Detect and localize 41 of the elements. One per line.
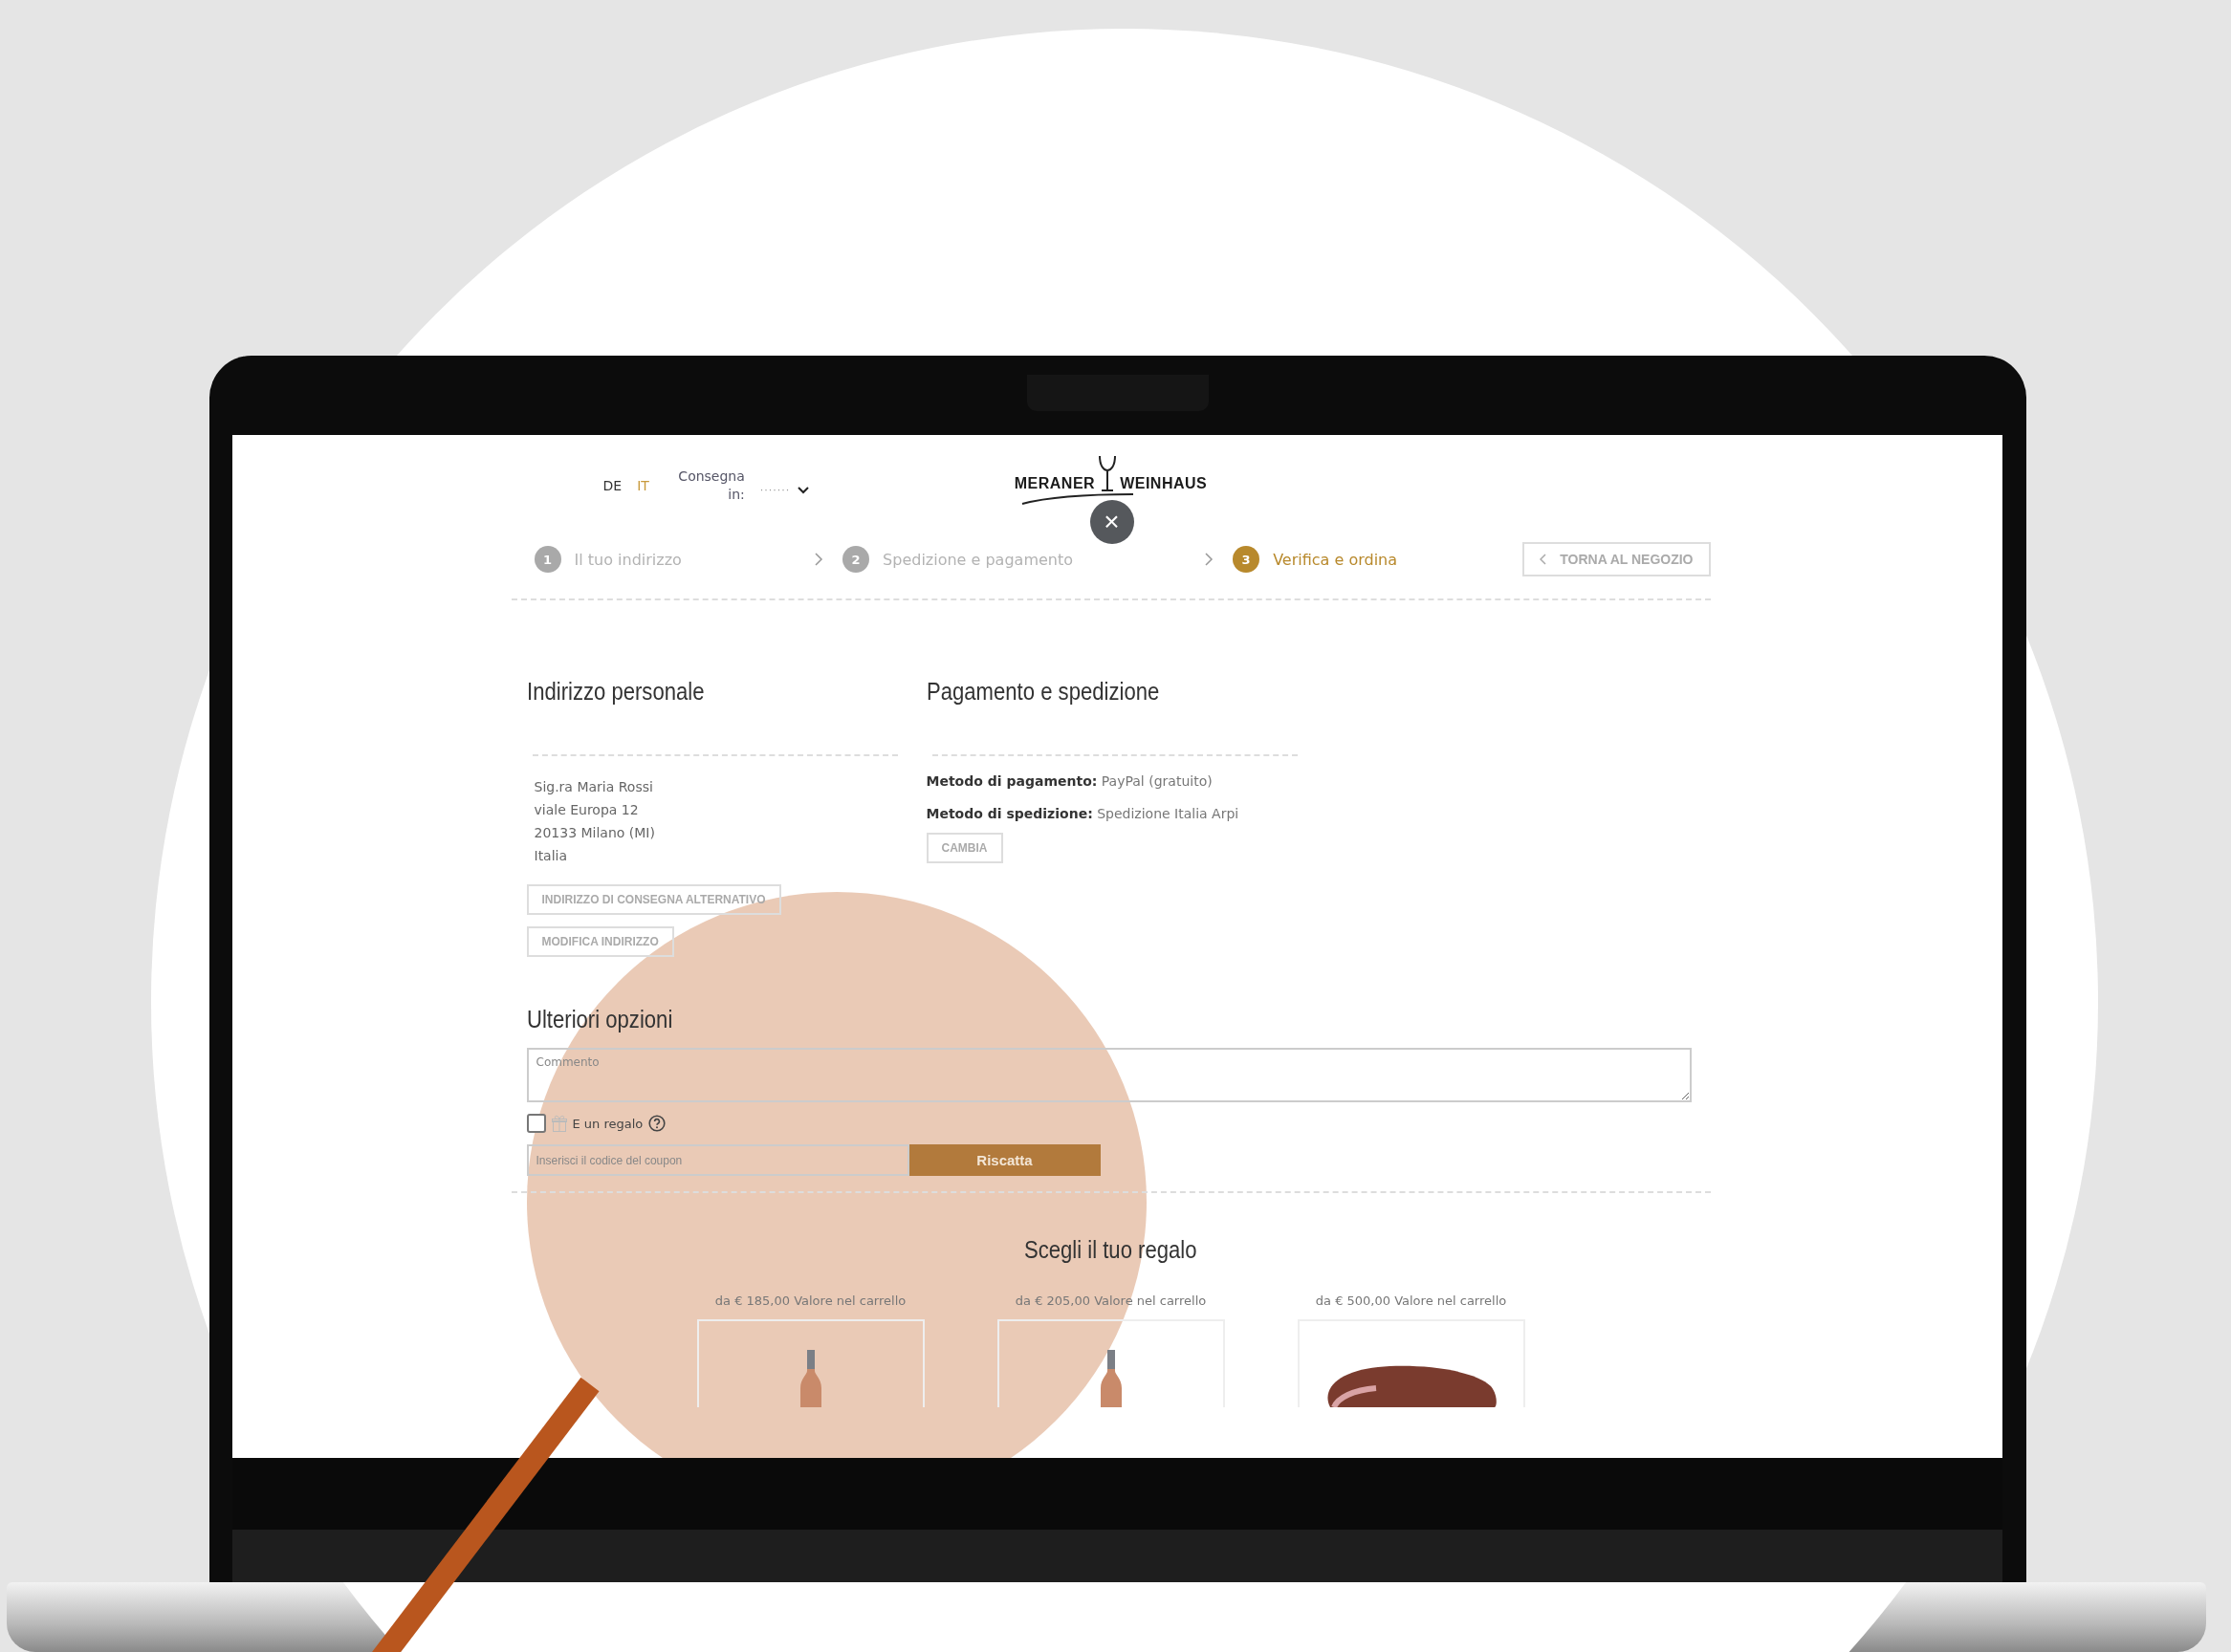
delivery-label: Consegna in: [677,467,745,504]
chevron-right-icon [1205,553,1214,566]
gift-threshold: da € 500,00 Valore nel carrello [1315,1293,1507,1308]
address-line: Sig.ra Maria Rossi [534,778,654,796]
section-heading: Indirizzo personale [526,677,704,706]
chevron-right-icon [815,553,824,566]
address-line: 20133 Milano (MI) [534,824,655,842]
section-heading: Ulteriori opzioni [526,1005,673,1034]
wine-glass-icon [1097,453,1119,492]
back-to-shop-button[interactable]: TORNA AL NEGOZIO [1522,542,1711,576]
gift-label: E un regalo [572,1116,644,1131]
address-button[interactable]: INDIRIZZO DI CONSEGNA ALTERNATIVO [526,884,781,915]
chevron-down-icon [798,486,810,494]
section-heading: Pagamento e spedizione [926,677,1159,706]
step-number-badge: 3 [1233,546,1260,573]
payment-detail: Metodo di pagamento: PayPal (gratuito) [926,773,1213,789]
logo-text: WEINHAUS [1120,474,1208,492]
step-tab[interactable]: 1 Il tuo indirizzo [534,546,682,573]
chevron-left-icon [1540,554,1547,565]
delivery-select[interactable]: ······· [759,474,810,496]
redeem-button[interactable]: Riscatta [908,1144,1101,1176]
step-tab[interactable]: 3 Verifica e ordina [1233,546,1398,573]
step-tab[interactable]: 2 Spedizione e pagamento [842,546,1073,573]
section-heading: Scegli il tuo regalo [1024,1235,1197,1265]
language-link[interactable]: IT [637,477,649,493]
payment-detail: Metodo di spedizione: Spedizione Italia Arpi [926,806,1239,821]
coupon-field[interactable]: Inserisci il codice del coupon [526,1144,909,1176]
step-number-badge: 1 [534,546,561,573]
step-number-badge: 2 [842,546,870,573]
close-button[interactable]: × [1089,499,1134,544]
gift-card[interactable] [1297,1319,1525,1407]
gift-threshold: da € 185,00 Valore nel carrello [714,1293,907,1308]
address-line: Italia [534,847,569,865]
gift-icon [551,1115,567,1132]
logo-text: MERANER [1014,474,1096,492]
help-icon [648,1115,667,1132]
address-line: viale Europa 12 [534,801,640,819]
language-link[interactable]: DE [602,477,623,493]
address-button[interactable]: MODIFICA INDIRIZZO [526,926,674,957]
gift-checkbox[interactable] [526,1114,546,1133]
change-button[interactable]: CAMBIA [926,833,1003,863]
